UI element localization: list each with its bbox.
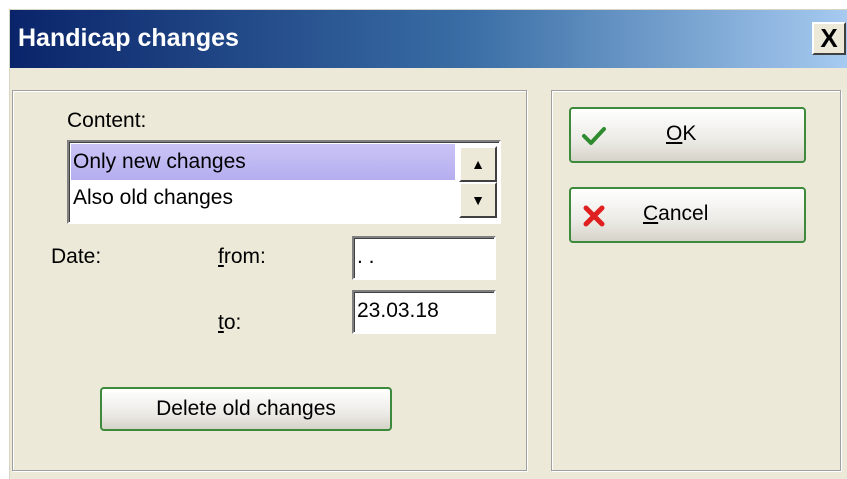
cancel-label-rest: ancel [658, 202, 709, 225]
window-title: Handicap changes [18, 24, 239, 52]
content-label: Content: [67, 109, 147, 132]
from-label: from: [218, 245, 266, 269]
date-label: Date: [51, 245, 102, 268]
ok-accelerator: O [666, 122, 683, 145]
close-icon: X [820, 23, 838, 53]
scroll-up-arrow-icon: ▲ [471, 156, 485, 172]
delete-old-changes-button[interactable]: Delete old changes [100, 387, 392, 431]
cancel-button-label: Cancel [643, 202, 708, 226]
ok-button[interactable]: OK [569, 107, 806, 163]
list-item-only-new-changes[interactable]: Only new changes [71, 144, 455, 180]
to-label-rest: o: [223, 311, 242, 334]
to-label: to: [218, 311, 241, 335]
ok-label-rest: K [682, 122, 697, 145]
list-item-also-old-changes[interactable]: Also old changes [71, 180, 455, 216]
dialog-window: Handicap changes X Content: Only new cha… [9, 9, 847, 479]
content-listbox[interactable]: Only new changes Also old changes ▲ ▼ [67, 140, 501, 224]
close-button[interactable]: X [812, 22, 846, 55]
scroll-down-arrow-icon: ▼ [471, 192, 485, 208]
from-label-rest: rom: [223, 245, 266, 268]
ok-button-label: OK [666, 122, 696, 146]
checkmark-icon [582, 127, 606, 145]
title-bar[interactable]: Handicap changes X [10, 10, 847, 68]
scroll-down-button[interactable]: ▼ [459, 182, 497, 218]
red-x-icon [583, 205, 605, 227]
cancel-button[interactable]: Cancel [569, 187, 806, 243]
date-to-input[interactable]: 23.03.18 [352, 290, 496, 334]
scroll-up-button[interactable]: ▲ [459, 146, 497, 182]
date-from-input[interactable]: . . [352, 236, 496, 280]
cancel-accelerator: C [643, 202, 659, 225]
